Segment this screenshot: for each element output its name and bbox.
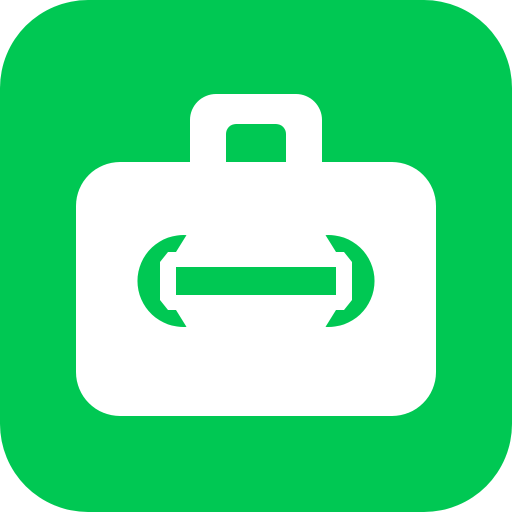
- wrench-shaft: [176, 267, 336, 295]
- app-icon-tile: [0, 0, 512, 512]
